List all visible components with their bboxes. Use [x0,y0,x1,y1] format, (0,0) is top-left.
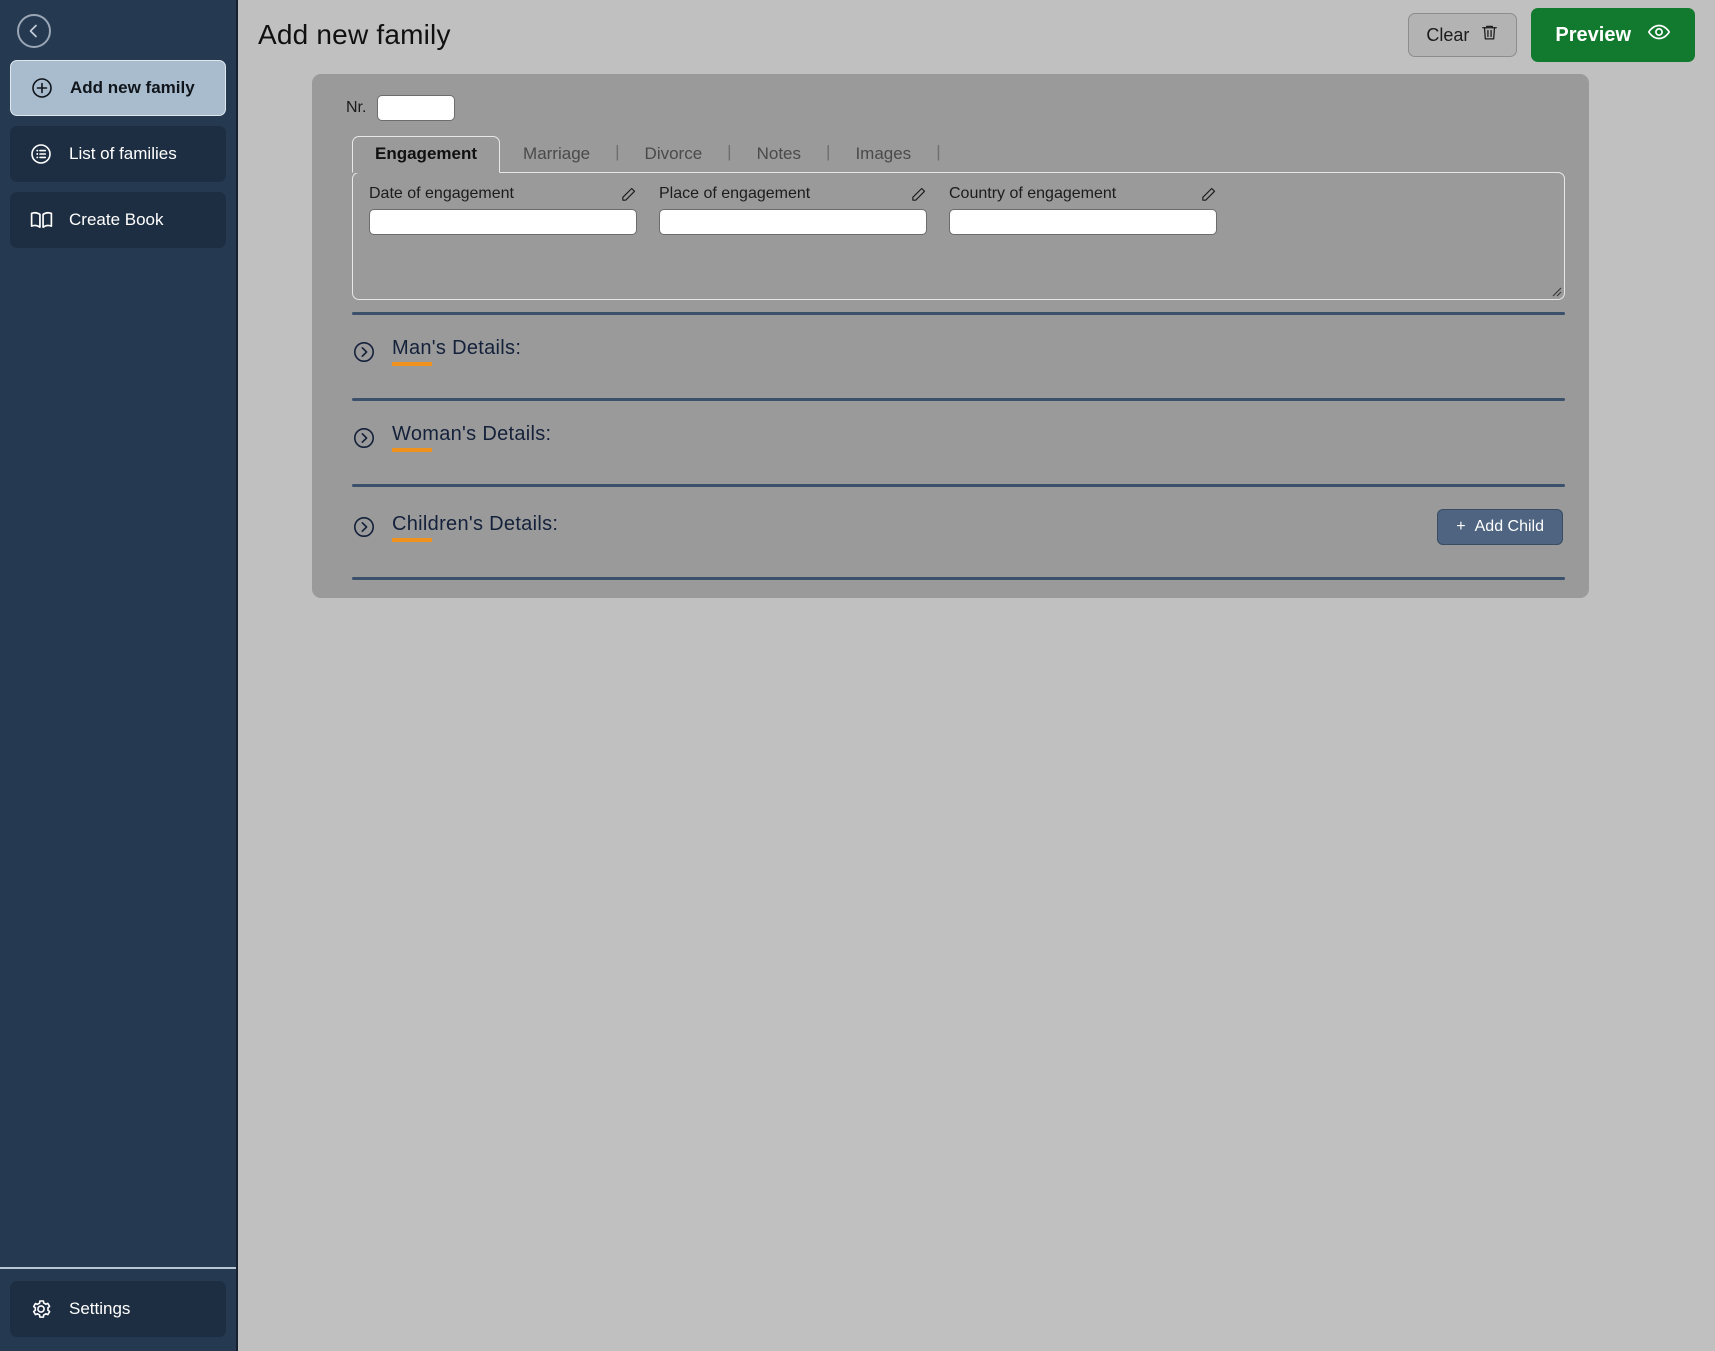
sidebar-item-add-new-family[interactable]: Add new family [10,60,226,116]
date-of-engagement-input[interactable] [369,209,637,235]
pencil-icon[interactable] [1200,186,1217,203]
preview-button-label: Preview [1555,23,1631,46]
add-child-button[interactable]: + Add Child [1437,509,1563,545]
gear-icon [28,1296,54,1322]
sidebar: Add new family List of families Create B… [0,0,238,1351]
sidebar-footer: Settings [0,1281,236,1351]
field-country-of-engagement: Country of engagement [949,185,1217,235]
list-circle-icon [28,141,54,167]
field-label: Date of engagement [369,185,514,202]
main-content: Add new family Clear Preview Nr. Engagem… [238,0,1715,1351]
topbar-actions: Clear Preview [1408,8,1695,62]
tab-separator: | [727,142,732,161]
tab-separator: | [615,142,620,161]
form-tabs: Engagement Marriage | Divorce | Notes | … [352,135,1567,173]
sidebar-item-label: Settings [69,1299,131,1318]
nr-label: Nr. [346,99,367,116]
chevron-right-circle-icon [352,340,376,364]
eye-icon [1647,20,1671,50]
sidebar-collapse-button[interactable] [17,14,51,48]
section-header[interactable]: Children's Details: [352,513,558,542]
plus-sign: + [1456,518,1466,535]
topbar: Add new family Clear Preview [238,0,1715,66]
clear-button[interactable]: Clear [1408,13,1518,57]
panel-resize-handle[interactable] [1549,284,1562,297]
country-of-engagement-input[interactable] [949,209,1217,235]
chevron-right-circle-icon [352,426,376,450]
tab-notes[interactable]: Notes [734,136,824,173]
field-place-of-engagement: Place of engagement [659,185,927,235]
section-title: Man's Details: [392,337,521,366]
section-title: Woman's Details: [392,423,551,452]
sidebar-item-settings[interactable]: Settings [10,1281,226,1337]
tab-images[interactable]: Images [832,136,934,173]
section-womans-details[interactable]: Woman's Details: [334,401,1567,472]
sidebar-nav: Add new family List of families Create B… [0,60,236,258]
tab-marriage[interactable]: Marriage [500,136,613,173]
chevron-left-circle-icon [25,22,43,40]
sidebar-item-label: Create Book [69,210,164,229]
section-header[interactable]: Woman's Details: [352,423,551,452]
sidebar-item-label: List of families [69,144,177,163]
field-label: Country of engagement [949,185,1117,202]
field-head: Country of engagement [949,185,1217,203]
section-divider [352,577,1565,580]
nr-input[interactable] [377,95,456,121]
section-header[interactable]: Man's Details: [352,337,521,366]
trash-icon [1480,23,1499,47]
sidebar-item-label: Add new family [70,78,195,97]
section-childrens-details[interactable]: Children's Details: + Add Child [334,487,1567,565]
pencil-icon[interactable] [910,186,927,203]
add-child-label: Add Child [1474,518,1544,535]
tab-divorce[interactable]: Divorce [622,136,726,173]
nr-row: Nr. [346,95,1567,121]
field-date-of-engagement: Date of engagement [369,185,637,235]
tab-separator: | [936,142,941,161]
tab-engagement[interactable]: Engagement [352,136,501,173]
tab-separator: | [826,142,831,161]
sidebar-item-list-of-families[interactable]: List of families [10,126,226,182]
engagement-fields: Date of engagement Place of engagement C… [369,185,1548,235]
field-label: Place of engagement [659,185,811,202]
book-open-icon [28,207,54,233]
place-of-engagement-input[interactable] [659,209,927,235]
pencil-icon[interactable] [620,186,637,203]
family-form-card: Nr. Engagement Marriage | Divorce | Note… [312,74,1589,598]
chevron-right-circle-icon [352,515,376,539]
clear-button-label: Clear [1426,24,1470,45]
field-head: Date of engagement [369,185,637,203]
section-title: Children's Details: [392,513,558,542]
sidebar-item-create-book[interactable]: Create Book [10,192,226,248]
preview-button[interactable]: Preview [1531,8,1695,62]
engagement-tab-panel: Date of engagement Place of engagement C… [352,172,1565,300]
page-title: Add new family [258,19,451,50]
section-mans-details[interactable]: Man's Details: [334,315,1567,386]
plus-circle-icon [29,75,55,101]
field-head: Place of engagement [659,185,927,203]
sidebar-divider [0,1267,236,1269]
